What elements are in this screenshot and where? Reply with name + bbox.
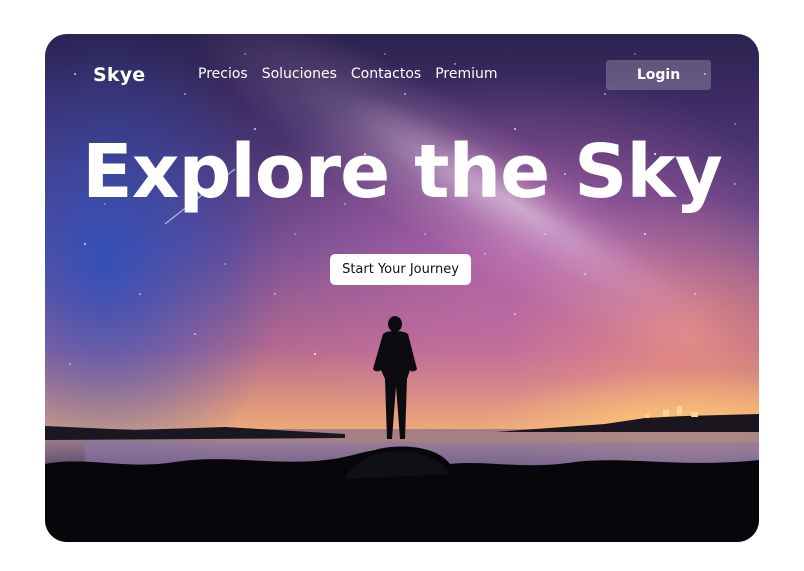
hero-title: Explore the Sky xyxy=(82,129,723,215)
person-silhouette xyxy=(373,316,417,439)
nav-link-premium[interactable]: Premium xyxy=(435,66,497,82)
nav-link-contactos[interactable]: Contactos xyxy=(351,66,421,82)
brand-logo[interactable]: Skye xyxy=(93,64,145,86)
hero-frame: Skye Precios Soluciones Contactos Premiu… xyxy=(45,34,759,542)
nav-links: Precios Soluciones Contactos Premium xyxy=(198,66,498,82)
login-button[interactable]: Login xyxy=(606,60,711,90)
nav-link-soluciones[interactable]: Soluciones xyxy=(262,66,337,82)
nav-link-precios[interactable]: Precios xyxy=(198,66,248,82)
start-journey-button[interactable]: Start Your Journey xyxy=(330,254,471,285)
top-navigation: Skye Precios Soluciones Contactos Premiu… xyxy=(45,34,759,114)
